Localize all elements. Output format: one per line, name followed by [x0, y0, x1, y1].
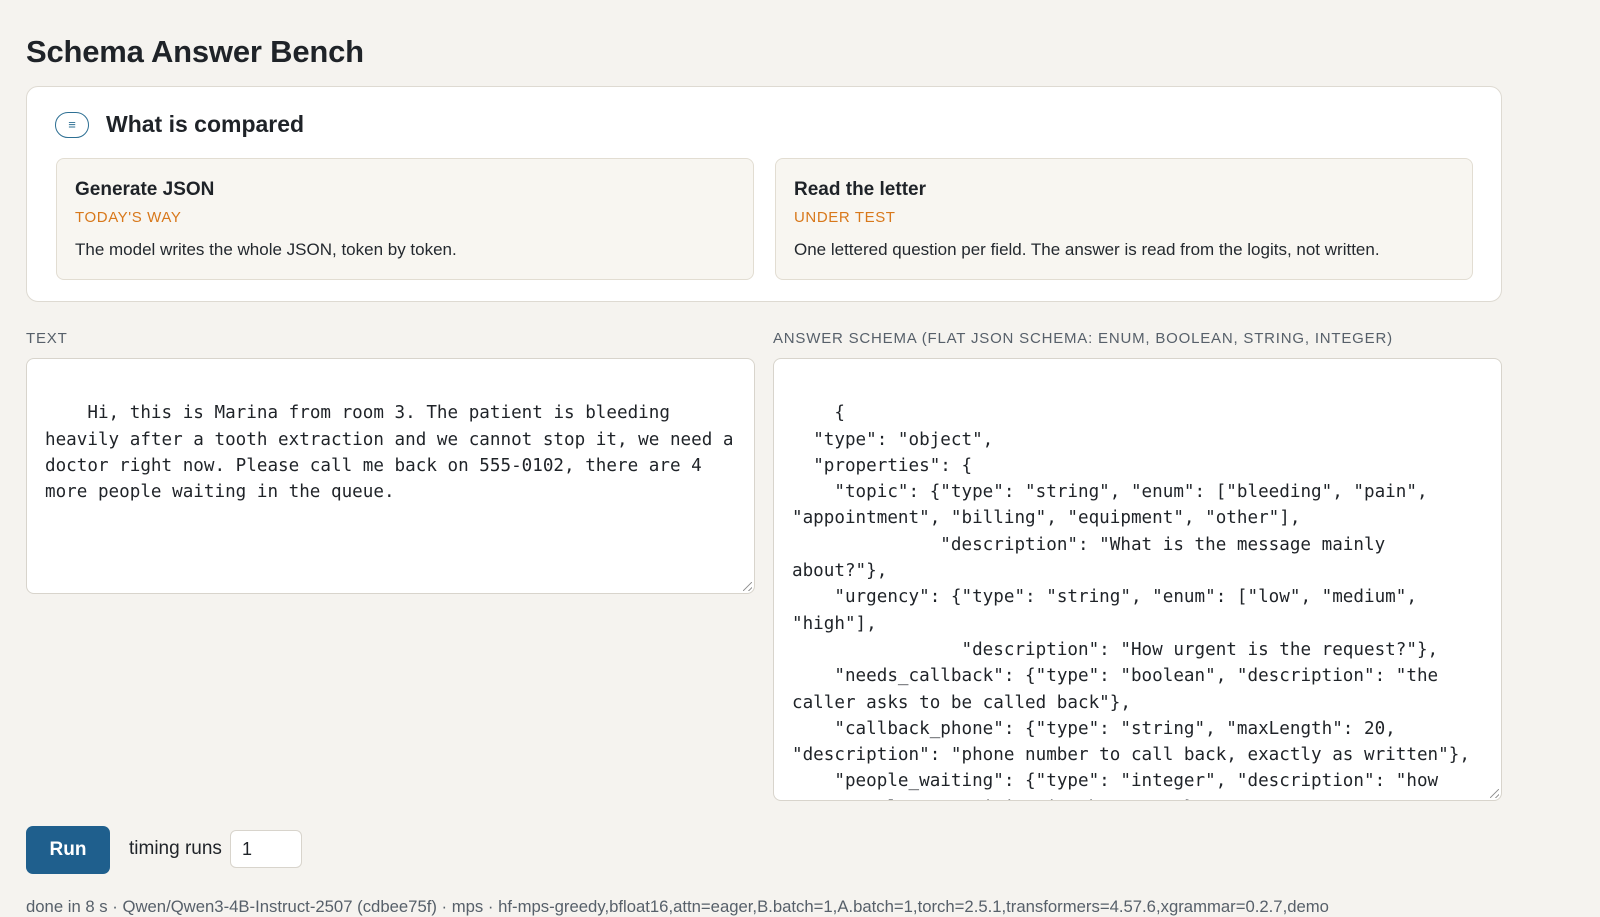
page-title: Schema Answer Bench [26, 34, 364, 69]
answer-schema-input[interactable]: { "type": "object", "properties": { "top… [773, 358, 1502, 801]
comparison-title: What is compared [106, 111, 305, 137]
comparison-header: ≡ What is compared [55, 111, 304, 138]
method-card-generate-json: Generate JSON TODAY'S WAY The model writ… [56, 158, 754, 280]
method-card-read-the-letter: Read the letter UNDER TEST One lettered … [775, 158, 1473, 280]
method-tag: UNDER TEST [794, 209, 896, 226]
method-tag: TODAY'S WAY [75, 209, 182, 226]
timing-runs-label: timing runs [129, 838, 222, 859]
page: Schema Answer Bench ≡ What is compared G… [0, 0, 1600, 917]
run-button[interactable]: Run [26, 826, 110, 874]
text-input-value: Hi, this is Marina from room 3. The pati… [45, 403, 745, 503]
method-name: Read the letter [794, 179, 926, 200]
text-resize-handle[interactable] [743, 582, 752, 591]
timing-runs-input[interactable] [230, 830, 302, 868]
answer-schema-label: ANSWER SCHEMA (FLAT JSON SCHEMA: ENUM, B… [773, 330, 1393, 347]
comparison-card: ≡ What is compared Generate JSON TODAY'S… [26, 86, 1502, 302]
method-description: One lettered question per field. The ans… [794, 240, 1380, 259]
text-input[interactable]: Hi, this is Marina from room 3. The pati… [26, 358, 755, 594]
text-label: TEXT [26, 330, 68, 347]
method-description: The model writes the whole JSON, token b… [75, 240, 457, 259]
answer-schema-value: { "type": "object", "properties": { "top… [792, 403, 1470, 800]
status-line: done in 8 s · Qwen/Qwen3-4B-Instruct-250… [26, 897, 1329, 916]
menu-lines-icon: ≡ [55, 111, 89, 138]
schema-resize-handle[interactable] [1490, 789, 1499, 798]
method-name: Generate JSON [75, 179, 215, 200]
